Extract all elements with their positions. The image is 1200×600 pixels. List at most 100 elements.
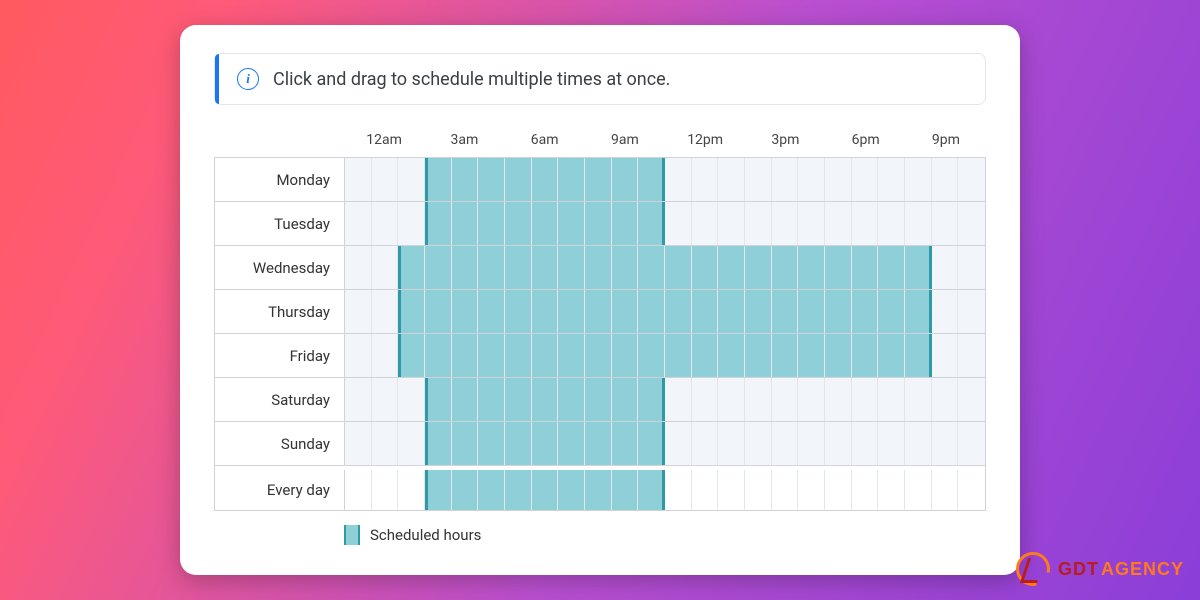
hour-cell[interactable] — [745, 202, 772, 245]
hour-cell[interactable] — [372, 202, 399, 245]
hour-cell[interactable] — [638, 202, 665, 245]
hour-cell[interactable] — [585, 334, 612, 377]
hour-cell[interactable] — [852, 470, 879, 510]
hour-cell[interactable] — [452, 290, 479, 333]
schedule-grid[interactable]: MondayTuesdayWednesdayThursdayFridaySatu… — [214, 157, 986, 511]
hour-cell[interactable] — [905, 378, 932, 421]
hour-cell[interactable] — [958, 334, 985, 377]
hour-cell[interactable] — [825, 158, 852, 201]
hour-cell[interactable] — [452, 158, 479, 201]
hour-cell[interactable] — [878, 422, 905, 465]
hour-cell[interactable] — [878, 246, 905, 289]
hour-cell[interactable] — [905, 158, 932, 201]
hour-cell[interactable] — [398, 470, 425, 510]
hour-cell[interactable] — [932, 378, 959, 421]
hour-cell[interactable] — [958, 422, 985, 465]
hour-cell[interactable] — [745, 334, 772, 377]
hour-cell[interactable] — [638, 246, 665, 289]
hour-cell[interactable] — [745, 422, 772, 465]
hour-cell[interactable] — [532, 470, 559, 510]
hour-cell[interactable] — [878, 202, 905, 245]
hour-cell[interactable] — [585, 290, 612, 333]
hour-cell[interactable] — [958, 378, 985, 421]
hour-cell[interactable] — [638, 378, 665, 421]
hour-cell[interactable] — [558, 378, 585, 421]
hour-cell[interactable] — [932, 290, 959, 333]
hour-cell[interactable] — [612, 378, 639, 421]
hour-cell[interactable] — [718, 470, 745, 510]
hour-cell[interactable] — [905, 422, 932, 465]
hour-cell[interactable] — [825, 422, 852, 465]
hour-cell[interactable] — [558, 470, 585, 510]
hour-cell[interactable] — [505, 290, 532, 333]
hour-cell[interactable] — [585, 202, 612, 245]
hour-cell[interactable] — [398, 158, 425, 201]
hour-cell[interactable] — [558, 246, 585, 289]
hour-cell[interactable] — [718, 202, 745, 245]
hour-cell[interactable] — [585, 470, 612, 510]
hour-cell[interactable] — [452, 334, 479, 377]
hour-cell[interactable] — [852, 378, 879, 421]
hour-cell[interactable] — [398, 246, 425, 289]
hour-cell[interactable] — [398, 202, 425, 245]
hour-cell[interactable] — [345, 422, 372, 465]
hour-cell[interactable] — [505, 470, 532, 510]
hour-cell[interactable] — [745, 158, 772, 201]
hour-cell[interactable] — [372, 290, 399, 333]
hour-cell[interactable] — [852, 422, 879, 465]
hour-cell[interactable] — [505, 378, 532, 421]
hour-cell[interactable] — [825, 290, 852, 333]
hour-cell[interactable] — [692, 334, 719, 377]
hour-cell[interactable] — [665, 422, 692, 465]
hour-cell[interactable] — [505, 158, 532, 201]
hour-cell[interactable] — [878, 290, 905, 333]
hour-cell[interactable] — [638, 470, 665, 510]
hour-cell[interactable] — [825, 334, 852, 377]
hour-cell[interactable] — [772, 158, 799, 201]
hour-cell[interactable] — [532, 378, 559, 421]
hour-cell[interactable] — [452, 378, 479, 421]
hour-cell[interactable] — [372, 470, 399, 510]
hour-cell[interactable] — [772, 378, 799, 421]
hour-cell[interactable] — [452, 246, 479, 289]
hour-cell[interactable] — [825, 470, 852, 510]
hour-cell[interactable] — [798, 202, 825, 245]
hour-cell[interactable] — [878, 378, 905, 421]
hour-cell[interactable] — [638, 422, 665, 465]
hour-cell[interactable] — [425, 334, 452, 377]
hour-cell[interactable] — [958, 290, 985, 333]
hour-cell[interactable] — [905, 470, 932, 510]
hour-cell[interactable] — [692, 158, 719, 201]
hour-cell[interactable] — [612, 290, 639, 333]
hour-cell[interactable] — [772, 422, 799, 465]
hour-cell[interactable] — [852, 202, 879, 245]
hour-cell[interactable] — [372, 158, 399, 201]
hour-cell[interactable] — [772, 246, 799, 289]
hour-cell[interactable] — [478, 202, 505, 245]
hour-cell[interactable] — [372, 246, 399, 289]
hour-cell[interactable] — [478, 378, 505, 421]
hour-cell[interactable] — [958, 202, 985, 245]
hour-cell[interactable] — [718, 158, 745, 201]
hour-cell[interactable] — [798, 470, 825, 510]
hour-cell[interactable] — [372, 334, 399, 377]
hour-cell[interactable] — [505, 246, 532, 289]
hour-cell[interactable] — [612, 334, 639, 377]
hour-cell[interactable] — [532, 422, 559, 465]
hour-cell[interactable] — [612, 158, 639, 201]
hour-cell[interactable] — [745, 246, 772, 289]
hour-cell[interactable] — [798, 334, 825, 377]
hour-cell[interactable] — [585, 378, 612, 421]
hour-cell[interactable] — [532, 290, 559, 333]
hour-cell[interactable] — [718, 378, 745, 421]
hour-cell[interactable] — [398, 422, 425, 465]
hour-cell[interactable] — [852, 246, 879, 289]
hour-cell[interactable] — [932, 158, 959, 201]
hour-cell[interactable] — [665, 290, 692, 333]
hour-cell[interactable] — [692, 290, 719, 333]
hour-cell[interactable] — [558, 290, 585, 333]
hour-cell[interactable] — [772, 290, 799, 333]
hour-cell[interactable] — [345, 202, 372, 245]
hour-cell[interactable] — [478, 334, 505, 377]
hour-cell[interactable] — [825, 246, 852, 289]
